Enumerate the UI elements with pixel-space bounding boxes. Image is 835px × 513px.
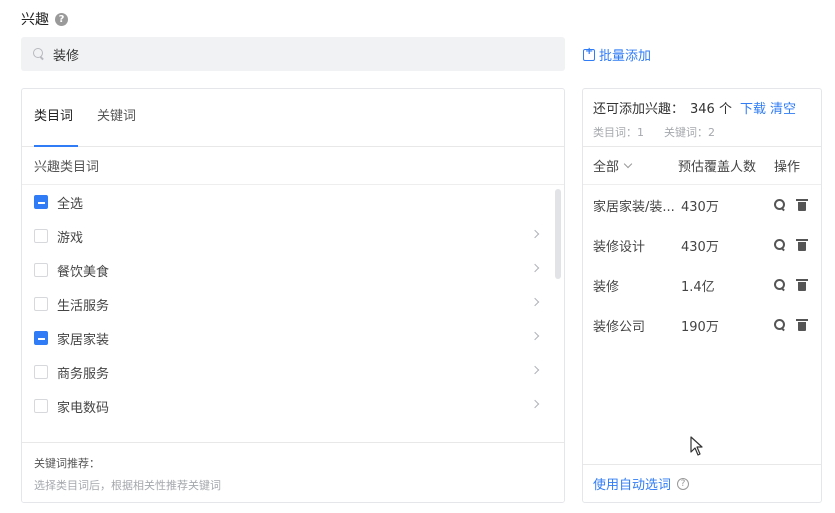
interest-name: 装修	[593, 279, 620, 295]
table-row: 装修设计 430万	[583, 225, 821, 265]
tab-keywords[interactable]: 关键词	[97, 105, 136, 146]
selected-summary: 还可添加兴趣： 346 个 下载 清空 类目词：1 关键词：2	[583, 89, 821, 147]
search-input[interactable]	[53, 46, 533, 62]
category-item-food[interactable]: 餐饮美食	[22, 253, 564, 287]
scrollbar-thumb[interactable]	[555, 189, 561, 279]
page-title: 兴趣	[21, 12, 49, 28]
search-box[interactable]	[21, 37, 565, 71]
interest-name: 家居家装/装...	[593, 199, 675, 215]
batch-add-label: 批量添加	[599, 49, 652, 64]
table-row: 家居家装/装... 430万	[583, 185, 821, 225]
category-checkbox[interactable]	[34, 229, 48, 243]
category-list: 全选 游戏 餐饮美食 生活服务 家居家装 商务服务 家电数码	[22, 185, 564, 445]
mouse-cursor-icon	[690, 436, 703, 456]
search-icon[interactable]	[774, 239, 785, 250]
help-icon[interactable]: ?	[677, 477, 690, 490]
trash-icon[interactable]	[796, 279, 808, 291]
category-label: 生活服务	[57, 298, 110, 314]
category-item-business[interactable]: 商务服务	[22, 355, 564, 389]
category-count: 类目词：1	[593, 126, 644, 139]
chevron-right-icon[interactable]	[530, 297, 540, 307]
help-icon[interactable]: ?	[55, 12, 68, 26]
tab-bar: 类目词 关键词	[22, 89, 564, 147]
category-label: 餐饮美食	[57, 264, 110, 280]
action-column-header: 操作	[774, 160, 801, 175]
category-checkbox[interactable]	[34, 331, 48, 345]
category-item-electronics[interactable]: 家电数码	[22, 389, 564, 423]
category-label: 家居家装	[57, 332, 110, 348]
coverage-value: 190万	[681, 319, 719, 335]
interest-name: 装修公司	[593, 319, 646, 335]
trash-icon[interactable]	[796, 319, 808, 331]
search-icon	[33, 48, 45, 60]
coverage-value: 430万	[681, 239, 719, 255]
chevron-right-icon[interactable]	[530, 229, 540, 239]
auto-select-button[interactable]: 使用自动选词 ?	[583, 464, 821, 502]
remaining-count: 346 个	[690, 102, 732, 117]
interest-title-row: 兴趣 ?	[21, 9, 68, 29]
auto-select-label: 使用自动选词	[593, 478, 672, 493]
category-item-games[interactable]: 游戏	[22, 219, 564, 253]
category-label: 游戏	[57, 230, 84, 246]
table-row: 装修公司 190万	[583, 305, 821, 345]
chevron-right-icon[interactable]	[530, 331, 540, 341]
add-box-icon	[583, 46, 595, 61]
table-row: 装修 1.4亿	[583, 265, 821, 305]
type-filter-dropdown[interactable]: 全部	[593, 156, 633, 175]
section-title: 兴趣类目词	[22, 147, 564, 185]
recommend-hint: 选择类目词后，根据相关性推荐关键词	[34, 479, 221, 492]
trash-icon[interactable]	[796, 239, 808, 251]
chevron-right-icon[interactable]	[530, 263, 540, 273]
category-label: 全选	[57, 196, 84, 212]
search-icon[interactable]	[774, 319, 785, 330]
keyword-recommend: 关键词推荐： 选择类目词后，根据相关性推荐关键词	[22, 442, 564, 502]
filter-label: 全部	[593, 160, 620, 175]
recommend-title: 关键词推荐：	[34, 457, 100, 470]
tab-category-words[interactable]: 类目词	[34, 105, 79, 147]
category-checkbox[interactable]	[34, 297, 48, 311]
category-item-home[interactable]: 家居家装	[22, 321, 564, 355]
search-icon[interactable]	[774, 279, 785, 290]
category-checkbox[interactable]	[34, 365, 48, 379]
select-all-checkbox[interactable]	[34, 195, 48, 209]
remaining-label: 还可添加兴趣：	[593, 102, 685, 117]
coverage-value: 1.4亿	[681, 279, 715, 295]
interest-name: 装修设计	[593, 239, 646, 255]
select-all-row[interactable]: 全选	[22, 185, 564, 219]
keyword-count: 关键词：2	[664, 126, 715, 139]
category-panel: 类目词 关键词 兴趣类目词 全选 游戏 餐饮美食 生活服务 家居家装 商务服务 …	[21, 88, 565, 503]
category-label: 商务服务	[57, 366, 110, 382]
chevron-right-icon[interactable]	[530, 399, 540, 409]
search-icon[interactable]	[774, 199, 785, 210]
coverage-column-header: 预估覆盖人数	[678, 160, 757, 175]
category-item-life-services[interactable]: 生活服务	[22, 287, 564, 321]
trash-icon[interactable]	[796, 199, 808, 211]
chevron-right-icon[interactable]	[530, 365, 540, 375]
download-link[interactable]: 下载	[740, 98, 766, 117]
category-checkbox[interactable]	[34, 399, 48, 413]
table-header: 全部 预估覆盖人数 操作	[583, 147, 821, 185]
chevron-down-icon	[623, 159, 633, 168]
coverage-value: 430万	[681, 199, 719, 215]
category-label: 家电数码	[57, 400, 110, 416]
category-checkbox[interactable]	[34, 263, 48, 277]
clear-link[interactable]: 清空	[770, 98, 796, 117]
batch-add-button[interactable]: 批量添加	[583, 45, 651, 64]
